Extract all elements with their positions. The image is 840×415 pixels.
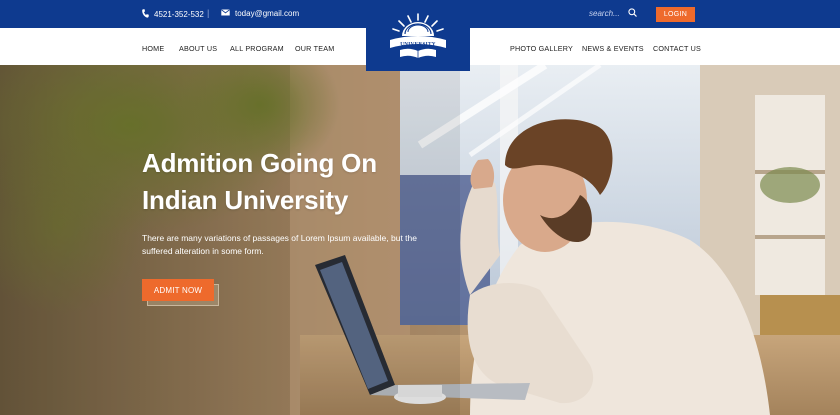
hero-banner: Admition Going On Indian University Ther… xyxy=(0,65,840,415)
search-icon[interactable] xyxy=(628,8,637,19)
nav-photo-gallery[interactable]: PHOTO GALLERY xyxy=(510,44,573,53)
search-input[interactable]: search... xyxy=(589,9,620,18)
contact-separator: | xyxy=(207,8,210,18)
logo-text: UNIVERSITY xyxy=(400,41,436,47)
hero-description: There are many variations of passages of… xyxy=(142,233,417,256)
mail-icon xyxy=(221,9,230,18)
nav-home[interactable]: HOME xyxy=(142,44,164,53)
phone-contact[interactable]: 4521-352-532 xyxy=(142,9,204,20)
email-contact[interactable]: today@gmail.com xyxy=(221,9,299,18)
nav-our-team[interactable]: OUR TEAM xyxy=(295,44,334,53)
nav-about-us[interactable]: ABOUT US xyxy=(179,44,217,53)
admit-now-wrapper: ADMIT NOW xyxy=(142,279,220,306)
search-field[interactable]: search... xyxy=(589,8,637,19)
phone-number: 4521-352-532 xyxy=(154,10,204,19)
nav-all-program[interactable]: ALL PROGRAM xyxy=(230,44,284,53)
hero-headline: Admition Going On Indian University xyxy=(142,145,377,219)
nav-contact-us[interactable]: CONTACT US xyxy=(653,44,701,53)
headline-line-2: Indian University xyxy=(142,185,349,215)
phone-icon xyxy=(142,9,149,20)
email-address: today@gmail.com xyxy=(235,9,300,18)
nav-news-events[interactable]: NEWS & EVENTS xyxy=(582,44,644,53)
university-logo[interactable]: UNIVERSITY xyxy=(366,0,470,71)
university-logo-icon: UNIVERSITY xyxy=(390,12,446,58)
login-button[interactable]: LOGIN xyxy=(656,7,695,22)
admit-now-button[interactable]: ADMIT NOW xyxy=(142,279,214,301)
headline-line-1: Admition Going On xyxy=(142,148,377,178)
